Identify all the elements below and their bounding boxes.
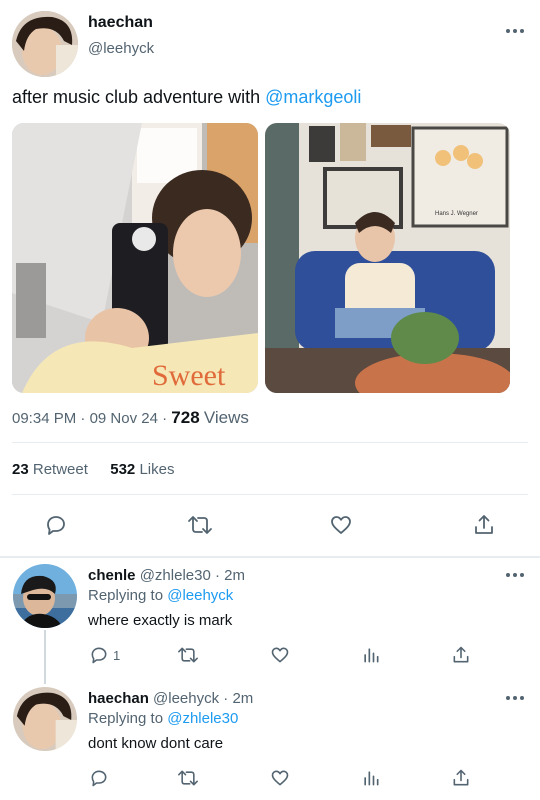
mention-link[interactable]: @markgeoli <box>265 87 361 107</box>
like-button[interactable] <box>270 768 290 788</box>
thread-line <box>44 630 46 684</box>
analytics-button[interactable] <box>361 645 381 665</box>
author-name[interactable]: haechan <box>88 14 153 32</box>
photo-chair: Hans J. Wegner <box>265 123 510 393</box>
divider <box>0 556 540 558</box>
reply-text: dont know dont care <box>88 735 224 752</box>
tweet-time[interactable]: 09:34 PM <box>12 410 76 427</box>
tweet-text-body: after music club adventure with <box>12 87 266 107</box>
like-button[interactable] <box>329 513 353 537</box>
author-handle[interactable]: @leehyck <box>88 40 154 57</box>
reply-header: chenle @zhlele30 · 2m <box>88 567 245 584</box>
meta-separator: · <box>162 410 168 427</box>
analytics-button[interactable] <box>361 768 381 788</box>
replying-to: Replying to @zhlele30 <box>88 710 238 727</box>
views-count: 728 <box>171 408 200 427</box>
reply-time[interactable]: 2m <box>224 567 245 584</box>
retweet-icon <box>178 770 198 786</box>
heart-icon <box>331 516 351 534</box>
divider <box>12 442 528 443</box>
tweet-date[interactable]: 09 Nov 24 <box>90 410 158 427</box>
retweets-stat[interactable]: 23 Retweet <box>12 461 88 478</box>
avatar-image <box>13 564 77 628</box>
reply-author-name[interactable]: haechan <box>88 690 149 707</box>
more-horizontal-icon <box>506 29 510 33</box>
more-options-button[interactable] <box>506 29 524 33</box>
reply-time[interactable]: 2m <box>232 690 253 707</box>
tweet-stats: 23 Retweet 532 Likes <box>12 461 174 478</box>
analytics-icon <box>364 771 379 786</box>
reply-avatar[interactable] <box>13 564 77 628</box>
photo-selfie: Sweet <box>12 123 258 393</box>
meta-separator: · <box>223 690 229 707</box>
heart-icon <box>271 770 289 786</box>
retweets-label: Retweet <box>32 461 88 478</box>
tweet-photo-1[interactable]: Sweet <box>12 123 258 393</box>
share-icon <box>453 769 469 786</box>
photo-poster-text: Hans J. Wegner <box>435 211 478 217</box>
share-icon <box>453 646 469 663</box>
analytics-icon <box>364 648 379 663</box>
views-label: Views <box>203 408 249 427</box>
reply-author-name[interactable]: chenle <box>88 567 136 584</box>
reply-icon <box>91 770 107 787</box>
replying-to-label: Replying to <box>88 710 164 727</box>
reply-button[interactable] <box>89 768 109 788</box>
replying-to-label: Replying to <box>88 587 164 604</box>
reply-icon <box>91 647 107 664</box>
reply-avatar[interactable] <box>13 687 77 751</box>
likes-count: 532 <box>110 461 136 478</box>
likes-stat[interactable]: 532 Likes <box>110 461 174 478</box>
more-options-button[interactable] <box>506 696 524 700</box>
meta-separator: · <box>80 410 86 427</box>
reply-button[interactable] <box>44 513 68 537</box>
like-button[interactable] <box>270 645 290 665</box>
tweet-photo-2[interactable]: Hans J. Wegner <box>265 123 510 393</box>
reply-author-handle[interactable]: @zhlele30 <box>140 567 211 584</box>
retweet-button[interactable] <box>177 645 199 665</box>
reply-text: where exactly is mark <box>88 612 233 629</box>
retweets-count: 23 <box>12 461 29 478</box>
reply-button[interactable]: 1 <box>89 645 120 665</box>
share-button[interactable] <box>451 645 471 665</box>
retweet-button[interactable] <box>177 768 199 788</box>
tweet-meta: 09:34 PM · 09 Nov 24 · 728 Views <box>12 408 249 428</box>
reply-icon <box>47 516 65 535</box>
retweet-icon <box>178 647 198 663</box>
avatar-image <box>12 11 78 77</box>
tweet-text: after music club adventure with @markgeo… <box>12 87 361 108</box>
author-avatar[interactable] <box>12 11 78 77</box>
avatar-image <box>13 687 77 751</box>
divider <box>12 494 528 495</box>
share-icon <box>475 515 493 534</box>
likes-label: Likes <box>139 461 175 478</box>
replying-to: Replying to @leehyck <box>88 587 233 604</box>
meta-separator: · <box>214 567 220 584</box>
reply-count: 1 <box>113 647 121 663</box>
replying-to-link[interactable]: @leehyck <box>167 587 233 604</box>
retweet-icon <box>188 516 212 534</box>
share-button[interactable] <box>451 768 471 788</box>
more-horizontal-icon <box>506 573 510 577</box>
shirt-text: Sweet <box>152 359 226 392</box>
retweet-button[interactable] <box>187 513 213 537</box>
heart-icon <box>271 647 289 663</box>
share-button[interactable] <box>472 513 496 537</box>
more-options-button[interactable] <box>506 573 524 577</box>
reply-header: haechan @leehyck · 2m <box>88 690 253 707</box>
reply-author-handle[interactable]: @leehyck <box>153 690 219 707</box>
replying-to-link[interactable]: @zhlele30 <box>167 710 238 727</box>
more-horizontal-icon <box>506 696 510 700</box>
